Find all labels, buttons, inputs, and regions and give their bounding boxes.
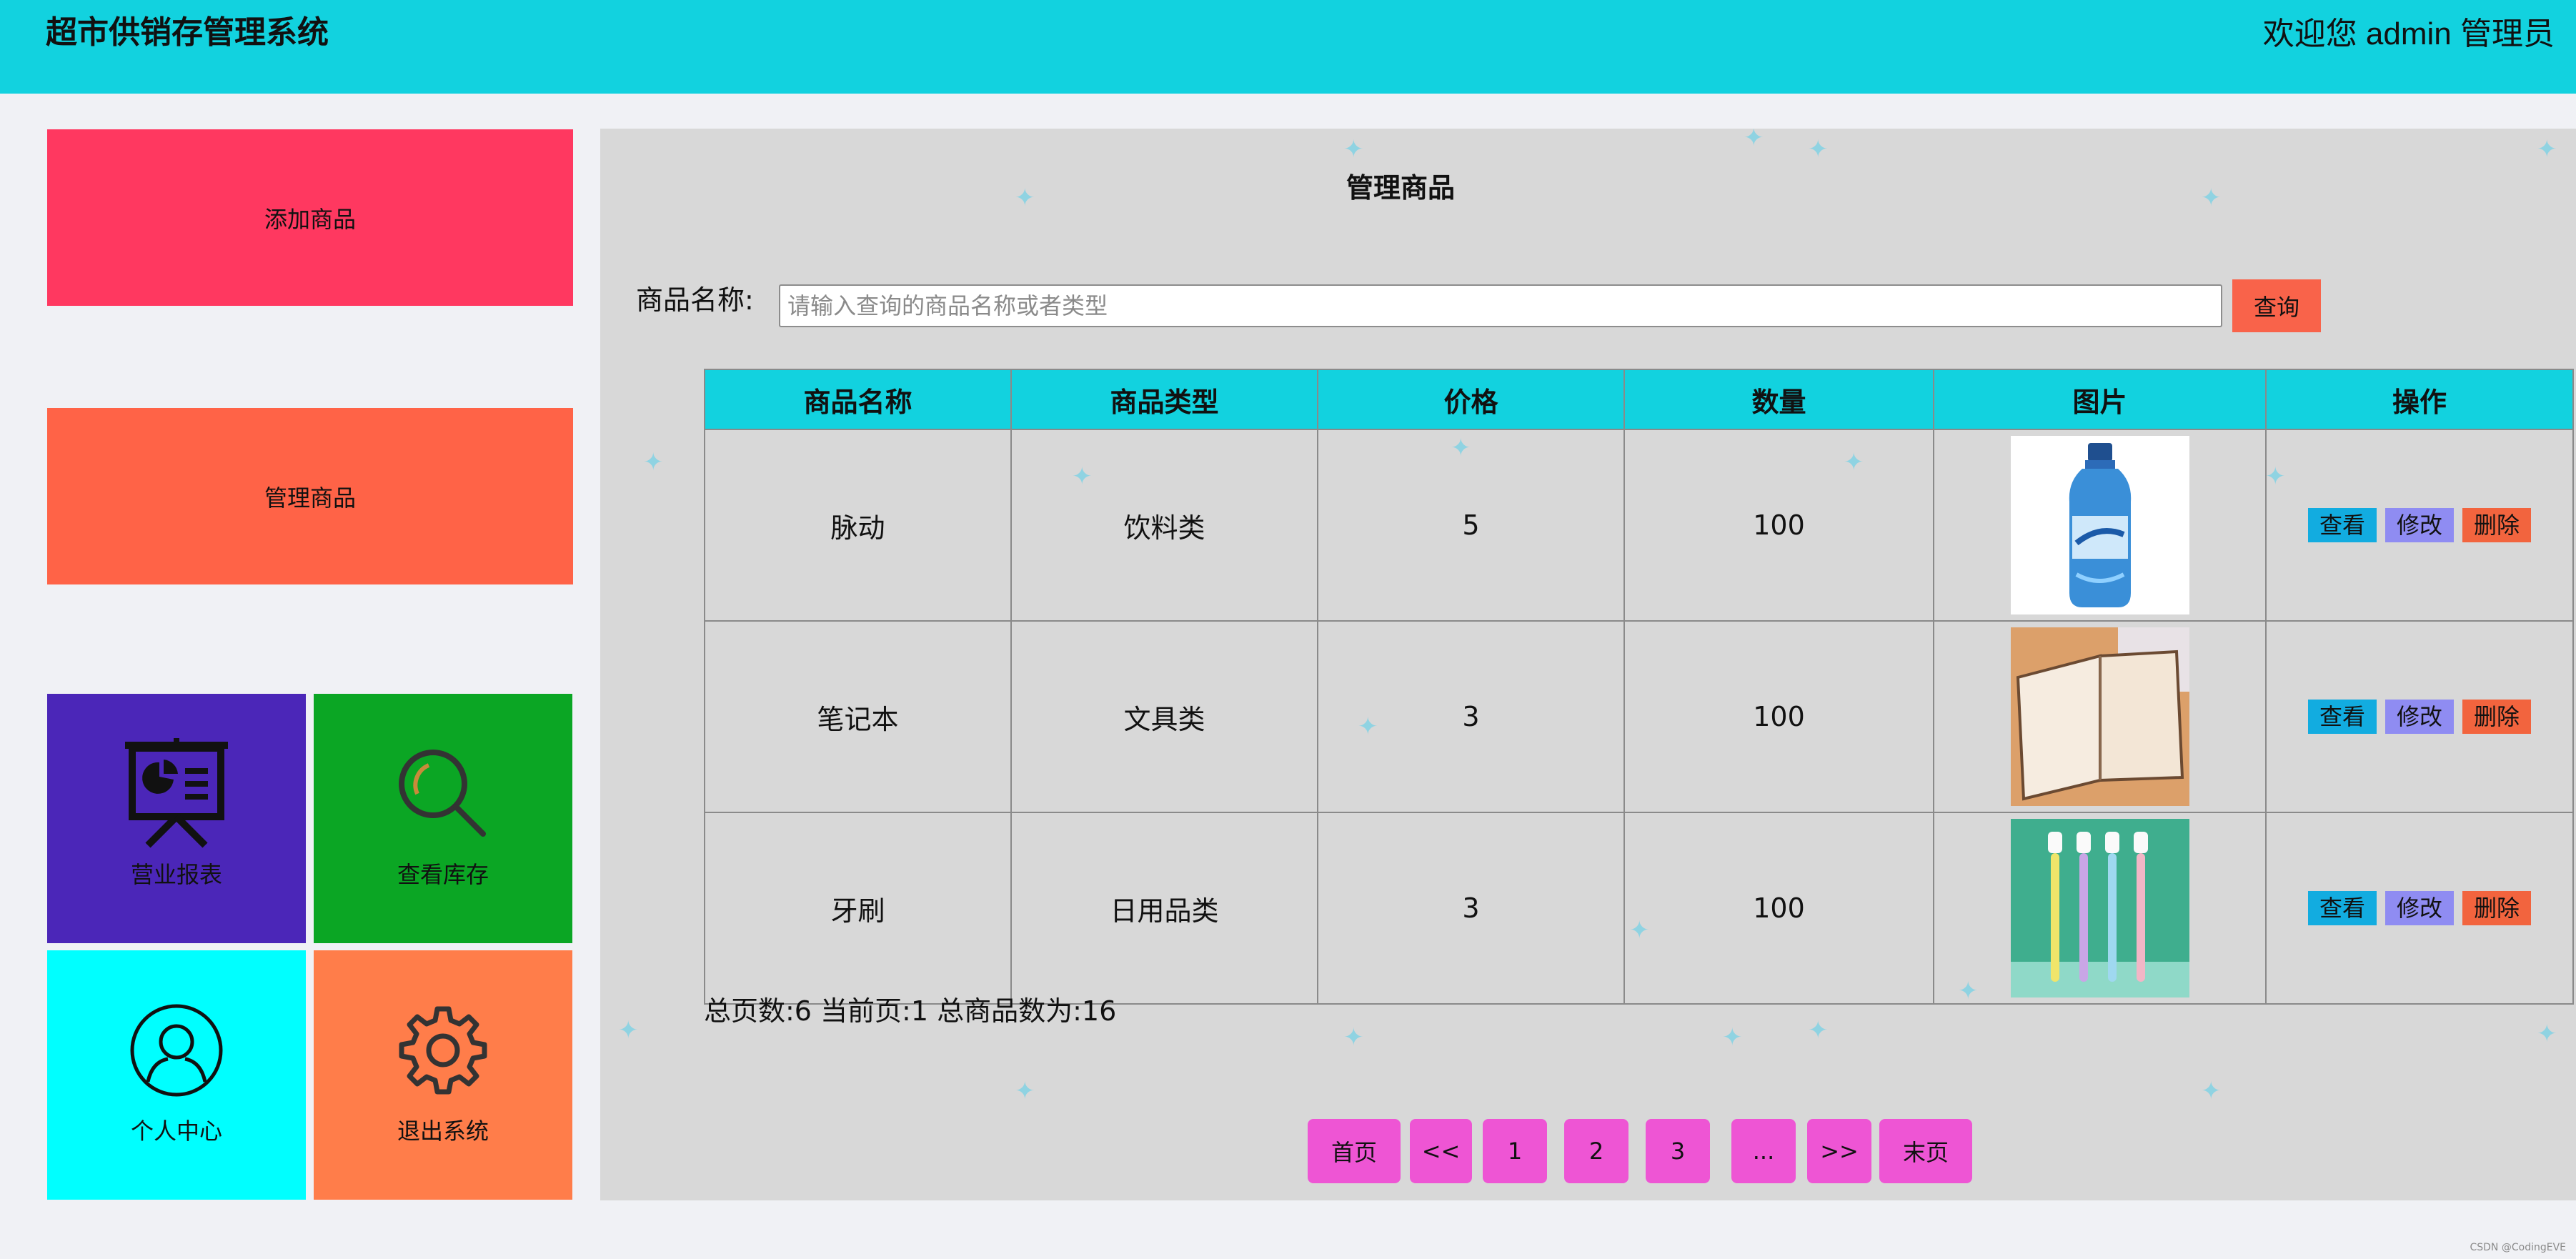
decor-sparkle: ✦ [643,448,664,477]
cell-price: 3 [1317,620,1625,813]
welcome-text: 欢迎您 admin 管理员 [2262,16,2555,51]
manage-product-button[interactable]: 管理商品 [47,408,573,584]
logout-tile[interactable]: 退出系统 [314,950,572,1200]
cell-name: 牙刷 [704,812,1012,1005]
pager-page-3[interactable]: 3 [1646,1119,1710,1183]
drink-bottle-image [2010,436,2189,614]
cell-quantity: 100 [1623,620,1934,813]
check-inventory-label: 查看库存 [397,861,489,888]
search-input[interactable] [779,284,2222,327]
decor-sparkle: ✦ [1808,1016,1829,1045]
pager-prev[interactable]: << [1410,1119,1472,1183]
cell-price: 5 [1317,429,1625,622]
product-table: 商品名称 商品类型 价格 数量 图片 操作 脉动 饮料类 5 100 查看 修改… [704,369,2574,1005]
decor-sparkle: ✦ [1343,135,1364,164]
sales-report-tile[interactable]: 营业报表 [47,694,306,943]
cell-actions: 查看 修改 删除 [2265,620,2574,813]
sales-report-label: 营业报表 [130,861,222,888]
cell-name: 脉动 [704,429,1012,622]
delete-button[interactable]: 删除 [2462,700,2531,734]
column-header-type: 商品类型 [1010,369,1318,430]
table-row: 脉动 饮料类 5 100 查看 修改 删除 [704,429,2574,622]
search-button[interactable]: 查询 [2232,279,2321,332]
presentation-chart-icon [47,737,306,854]
cell-actions: 查看 修改 删除 [2265,812,2574,1005]
manage-product-label: 管理商品 [264,484,356,512]
column-header-image: 图片 [1933,369,2267,430]
open-notebook-image [2010,627,2189,806]
delete-button[interactable]: 删除 [2462,508,2531,542]
decor-sparkle: ✦ [1015,1077,1035,1105]
gear-icon [314,993,572,1110]
search-label: 商品名称: [636,284,754,316]
magnifier-icon [314,737,572,854]
decor-sparkle: ✦ [1343,1023,1364,1052]
decor-sparkle: ✦ [2201,1077,2222,1105]
table-header-row: 商品名称 商品类型 价格 数量 图片 操作 [704,369,2574,430]
cell-type: 日用品类 [1010,812,1318,1005]
cell-price: 3 [1317,812,1625,1005]
cell-image [1933,812,2267,1005]
pager-next[interactable]: >> [1807,1119,1871,1183]
pager-page-1[interactable]: 1 [1483,1119,1547,1183]
user-icon [47,993,306,1110]
pager-last[interactable]: 末页 [1879,1119,1972,1183]
toothbrushes-image [2010,819,2189,997]
delete-button[interactable]: 删除 [2462,891,2531,925]
decor-sparkle: ✦ [2537,135,2557,164]
pager-first[interactable]: 首页 [1308,1119,1401,1183]
view-button[interactable]: 查看 [2308,700,2377,734]
edit-button[interactable]: 修改 [2385,891,2454,925]
check-inventory-tile[interactable]: 查看库存 [314,694,572,943]
cell-image [1933,620,2267,813]
app-title: 超市供销存管理系统 [46,14,329,51]
add-product-label: 添加商品 [264,205,356,233]
column-header-price: 价格 [1317,369,1625,430]
decor-sparkle: ✦ [2201,184,2222,212]
decor-sparkle: ✦ [2537,1020,2557,1048]
cell-image [1933,429,2267,622]
cell-type: 饮料类 [1010,429,1318,622]
decor-sparkle: ✦ [1744,129,1764,152]
pager-ellipsis[interactable]: ... [1731,1119,1796,1183]
cell-actions: 查看 修改 删除 [2265,429,2574,622]
cell-quantity: 100 [1623,812,1934,1005]
personal-center-tile[interactable]: 个人中心 [47,950,306,1200]
pagination-summary: 总页数:6 当前页:1 总商品数为:16 [704,995,1117,1027]
personal-center-label: 个人中心 [130,1118,222,1145]
column-header-actions: 操作 [2265,369,2574,430]
cell-type: 文具类 [1010,620,1318,813]
view-button[interactable]: 查看 [2308,508,2377,542]
decor-sparkle: ✦ [1722,1023,1743,1052]
logout-label: 退出系统 [397,1118,489,1145]
table-row: 牙刷 日用品类 3 100 查看 修改 删除 [704,812,2574,1005]
add-product-button[interactable]: 添加商品 [47,129,573,306]
app-header: 超市供销存管理系统 欢迎您 admin 管理员 [0,0,2576,94]
main-panel: ✦ ✦ ✦ ✦ ✦ ✦ ✦ ✦ ✦ ✦ ✦ ✦ ✦ ✦ ✦ ✦ ✦ ✦ ✦ ✦ … [600,129,2576,1200]
column-header-quantity: 数量 [1623,369,1934,430]
page-title: 管理商品 [1346,172,1455,204]
column-header-name: 商品名称 [704,369,1012,430]
cell-quantity: 100 [1623,429,1934,622]
view-button[interactable]: 查看 [2308,891,2377,925]
edit-button[interactable]: 修改 [2385,508,2454,542]
edit-button[interactable]: 修改 [2385,700,2454,734]
watermark-credit: CSDN @CodingEVE [2470,1242,2566,1253]
decor-sparkle: ✦ [1808,135,1829,164]
pager-page-2[interactable]: 2 [1564,1119,1628,1183]
table-row: 笔记本 文具类 3 100 查看 修改 删除 [704,620,2574,813]
decor-sparkle: ✦ [618,1016,639,1045]
cell-name: 笔记本 [704,620,1012,813]
